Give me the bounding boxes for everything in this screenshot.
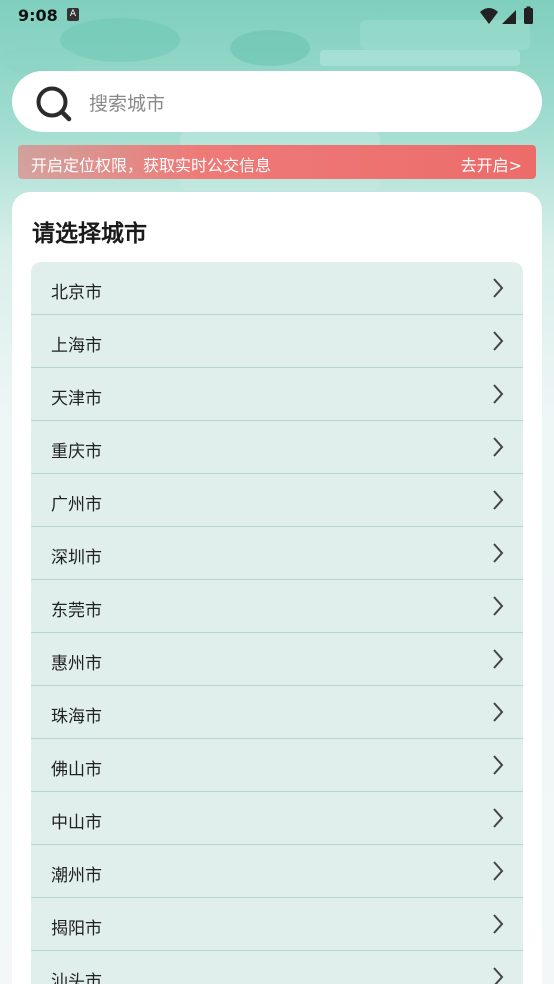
battery-icon: [524, 8, 533, 24]
city-name: 上海市: [51, 336, 102, 356]
city-name: 北京市: [51, 283, 102, 303]
list-item[interactable]: 天津市: [31, 368, 523, 421]
page-title: 请选择城市: [32, 221, 147, 247]
chevron-right-icon: [493, 490, 504, 510]
list-item[interactable]: 揭阳市: [31, 898, 523, 951]
chevron-right-icon: [493, 967, 504, 984]
list-item[interactable]: 深圳市: [31, 527, 523, 580]
city-name: 重庆市: [51, 442, 102, 462]
city-name: 深圳市: [51, 548, 102, 568]
city-name: 惠州市: [51, 654, 102, 674]
list-item[interactable]: 佛山市: [31, 739, 523, 792]
list-item[interactable]: 惠州市: [31, 633, 523, 686]
chevron-right-icon: [493, 331, 504, 351]
search-input[interactable]: 搜索城市: [12, 71, 542, 132]
enable-location-button[interactable]: 去开启>: [461, 152, 522, 176]
list-item[interactable]: 重庆市: [31, 421, 523, 474]
city-name: 佛山市: [51, 760, 102, 780]
location-permission-banner[interactable]: 开启定位权限，获取实时公交信息 去开启>: [18, 145, 536, 179]
city-name: 东莞市: [51, 601, 102, 621]
city-list: 北京市 上海市 天津市 重庆市 广州市 深圳市 东莞市 惠州市 珠海市 佛山市 …: [31, 262, 523, 984]
chevron-right-icon: [493, 596, 504, 616]
wifi-icon: [480, 8, 498, 24]
chevron-right-icon: [493, 914, 504, 934]
chevron-right-icon: [493, 278, 504, 298]
list-item[interactable]: 东莞市: [31, 580, 523, 633]
a-box-icon: A: [67, 8, 79, 21]
city-name: 潮州市: [51, 866, 102, 886]
city-name: 广州市: [51, 495, 102, 515]
status-bar: 9:08 A: [0, 0, 554, 32]
cellular-icon: [502, 10, 516, 24]
banner-text: 开启定位权限，获取实时公交信息: [31, 156, 272, 175]
list-item[interactable]: 上海市: [31, 315, 523, 368]
city-selection-card: 请选择城市 北京市 上海市 天津市 重庆市 广州市 深圳市 东莞市 惠州市 珠海…: [12, 192, 542, 984]
list-item[interactable]: 珠海市: [31, 686, 523, 739]
chevron-right-icon: [493, 543, 504, 563]
chevron-right-icon: [493, 649, 504, 669]
search-placeholder: 搜索城市: [89, 93, 166, 115]
chevron-right-icon: [493, 384, 504, 404]
city-name: 天津市: [51, 389, 102, 409]
status-time: 9:08: [18, 6, 58, 25]
list-item[interactable]: 广州市: [31, 474, 523, 527]
chevron-right-icon: [493, 702, 504, 722]
city-name: 汕头市: [51, 972, 102, 984]
list-item[interactable]: 汕头市: [31, 951, 523, 984]
chevron-right-icon: [493, 437, 504, 457]
city-name: 中山市: [51, 813, 102, 833]
chevron-right-icon: [493, 755, 504, 775]
list-item[interactable]: 中山市: [31, 792, 523, 845]
chevron-right-icon: [493, 808, 504, 828]
status-icons: [480, 6, 533, 24]
list-item[interactable]: 潮州市: [31, 845, 523, 898]
city-name: 揭阳市: [51, 919, 102, 939]
list-item[interactable]: 北京市: [31, 262, 523, 315]
search-icon: [36, 86, 72, 122]
chevron-right-icon: [493, 861, 504, 881]
city-name: 珠海市: [51, 707, 102, 727]
